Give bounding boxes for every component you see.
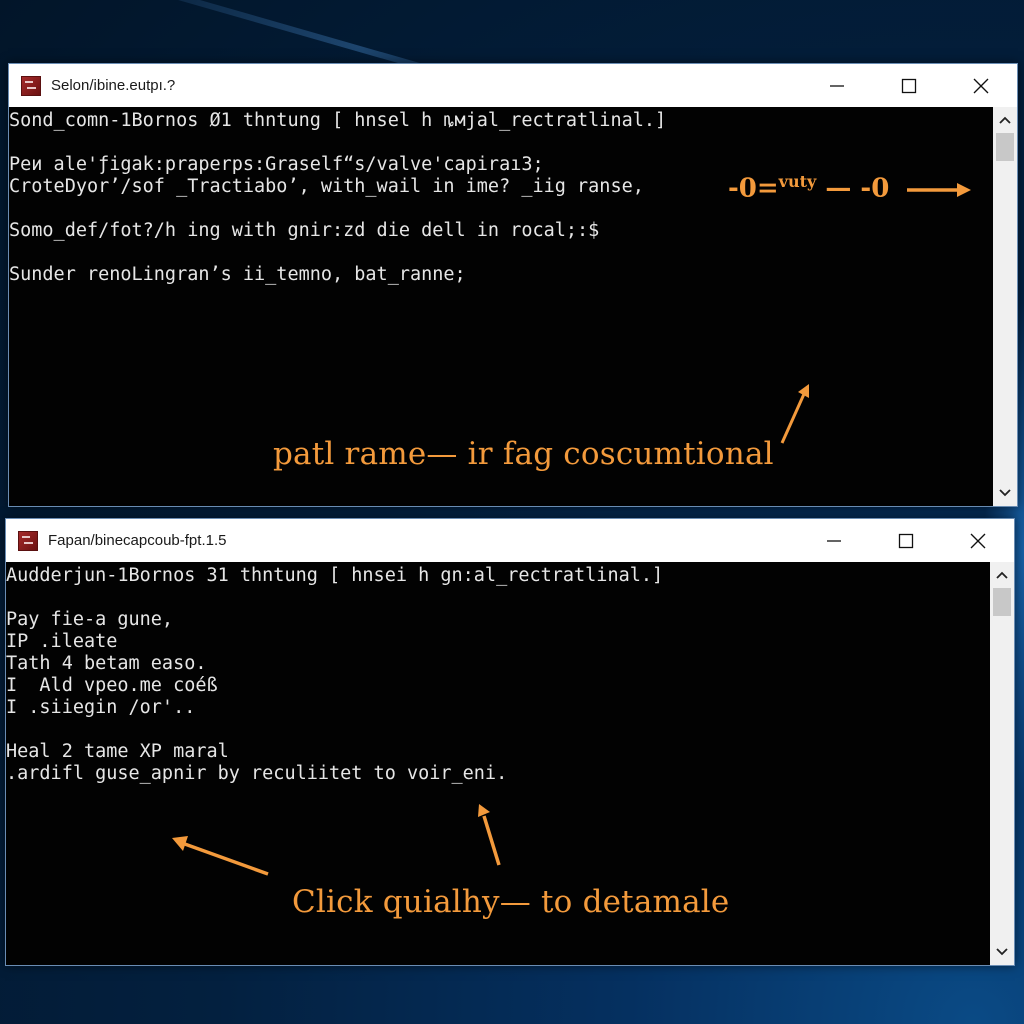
console-line: IP .ileate [6, 631, 118, 652]
maximize-button[interactable] [873, 64, 945, 107]
maximize-button[interactable] [870, 519, 942, 562]
annotation-top-superscript: vuty [778, 172, 817, 191]
close-icon [970, 533, 986, 548]
arrow-up-icon [478, 804, 501, 866]
maximize-icon [898, 533, 914, 548]
chevron-up-icon [999, 116, 1011, 124]
close-button[interactable] [945, 64, 1017, 107]
console-line: Audderjun-1Bornos 31 thntung [ hnsei h g… [6, 565, 664, 586]
console-line: Pay fie-a gune, [6, 609, 174, 630]
minimize-button[interactable] [801, 64, 873, 107]
scroll-up-button[interactable] [993, 109, 1017, 131]
window-2-title: Fapan/binecapcoub-fpt.1.5 [48, 532, 227, 549]
console-line: I Ald vpeo.me coéß [6, 675, 218, 696]
minimize-icon [830, 84, 844, 87]
scroll-thumb[interactable] [993, 588, 1011, 616]
chevron-up-icon [996, 571, 1008, 579]
app-icon [21, 75, 41, 96]
close-icon [973, 78, 989, 93]
window-2-controls [798, 519, 1014, 562]
close-button[interactable] [942, 519, 1014, 562]
arrow-up-left-icon [172, 836, 269, 876]
console-line: Tath 4 betam easo. [6, 653, 207, 674]
annotation-top-label: -0=vuty — -0 [728, 172, 889, 204]
app-icon [18, 530, 38, 551]
window-2-titlebar[interactable]: Fapan/binecapcoub-fpt.1.5 [6, 519, 1014, 562]
chevron-down-icon [999, 489, 1011, 497]
window-1-controls [801, 64, 1017, 107]
scroll-up-button[interactable] [990, 564, 1014, 586]
console-line: Somo_def/fot?/h ing with gnir:zd die del… [9, 220, 600, 241]
chevron-down-icon [996, 948, 1008, 956]
window-1-title: Selon/ibine.eutpı.? [51, 77, 176, 94]
maximize-icon [901, 78, 917, 93]
vertical-scrollbar-2[interactable] [990, 562, 1014, 965]
arrow-up-right-icon [780, 384, 809, 444]
console-line: .ardifl guse_apnir by reculiitet to voir… [6, 763, 508, 784]
scroll-down-button[interactable] [990, 941, 1014, 963]
console-line: Heal 2 tame XP maral [6, 741, 229, 762]
console-line: Sunder renoLingran’s ii_temno, bat_ranne… [9, 264, 466, 285]
annotation-top-part1: -0= [728, 173, 779, 204]
scroll-down-button[interactable] [993, 482, 1017, 504]
annotation-click-label: Click quialhy— to detamale [292, 884, 730, 920]
vertical-scrollbar-1[interactable] [993, 107, 1017, 506]
annotation-top-part2: — -0 [825, 173, 890, 204]
window-1-titlebar[interactable]: Selon/ibine.eutpı.? [9, 64, 1017, 107]
console-line: Sond_comn-1Bornos Ø1 thntung [ hnsel h ȵ… [9, 110, 667, 131]
annotation-bottom-label: patl rame— ir fag coscumtional [273, 436, 774, 472]
minimize-icon [827, 539, 841, 542]
console-line: I .siiegin /or'.. [6, 697, 196, 718]
arrow-right-icon [907, 183, 971, 197]
scroll-thumb[interactable] [996, 133, 1014, 161]
minimize-button[interactable] [798, 519, 870, 562]
